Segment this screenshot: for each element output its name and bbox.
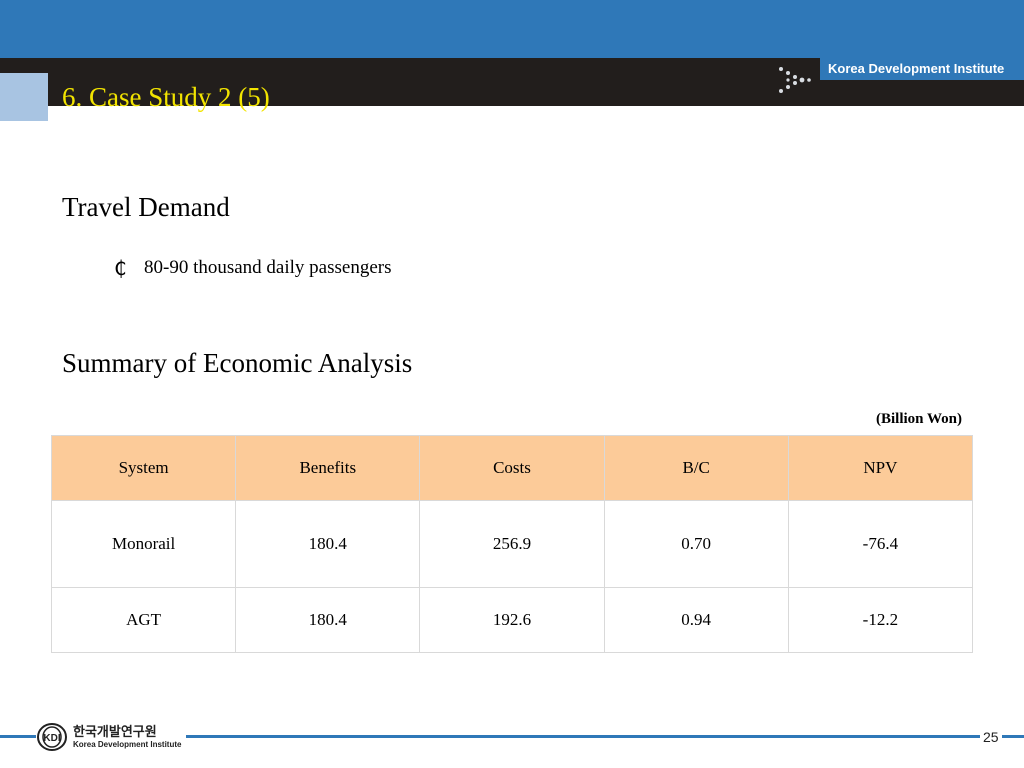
- logo-english-name: Korea Development Institute: [73, 739, 182, 749]
- bullet-text: 80-90 thousand daily passengers: [144, 257, 392, 278]
- title-accent-square: [0, 73, 48, 121]
- cell-npv: -76.4: [787, 500, 974, 588]
- column-header-npv: NPV: [787, 435, 974, 501]
- svg-text:KDI: KDI: [43, 733, 60, 744]
- economic-analysis-table: System Benefits Costs B/C NPV Monorail 1…: [50, 435, 974, 653]
- footer-logo: KDI 한국개발연구원 Korea Development Institute: [36, 721, 186, 753]
- bullet-item: ₵ 80-90 thousand daily passengers: [114, 254, 391, 282]
- cell-system: AGT: [50, 587, 237, 653]
- arrow-dots-icon: [779, 67, 811, 93]
- table-row: Monorail 180.4 256.9 0.70 -76.4: [50, 500, 974, 588]
- column-header-bc: B/C: [603, 435, 789, 501]
- cell-costs: 256.9: [419, 500, 605, 588]
- cell-bc: 0.70: [603, 500, 789, 588]
- unit-note: (Billion Won): [875, 411, 962, 427]
- header-band: [0, 0, 1024, 58]
- cell-system: Monorail: [50, 500, 237, 588]
- column-header-system: System: [50, 435, 237, 501]
- institute-banner: Korea Development Institute: [820, 58, 1024, 80]
- cell-benefits: 180.4: [235, 587, 421, 653]
- column-header-benefits: Benefits: [235, 435, 421, 501]
- cell-benefits: 180.4: [235, 500, 421, 588]
- slide-title: 6. Case Study 2 (5): [62, 82, 270, 112]
- logo-korean-name: 한국개발연구원: [73, 724, 157, 740]
- cell-bc: 0.94: [603, 587, 789, 653]
- cent-icon: ₵: [114, 256, 127, 280]
- kdi-emblem-icon: KDI: [37, 723, 67, 751]
- table-row: AGT 180.4 192.6 0.94 -12.2: [50, 587, 974, 653]
- section-heading-travel-demand: Travel Demand: [62, 192, 230, 222]
- column-header-costs: Costs: [419, 435, 605, 501]
- cell-npv: -12.2: [787, 587, 974, 653]
- cell-costs: 192.6: [419, 587, 605, 653]
- table-header-row: System Benefits Costs B/C NPV: [50, 435, 974, 501]
- page-number: 25: [980, 727, 1002, 747]
- logo-text: 한국개발연구원 Korea Development Institute: [73, 726, 181, 749]
- section-heading-economic-analysis: Summary of Economic Analysis: [62, 348, 413, 378]
